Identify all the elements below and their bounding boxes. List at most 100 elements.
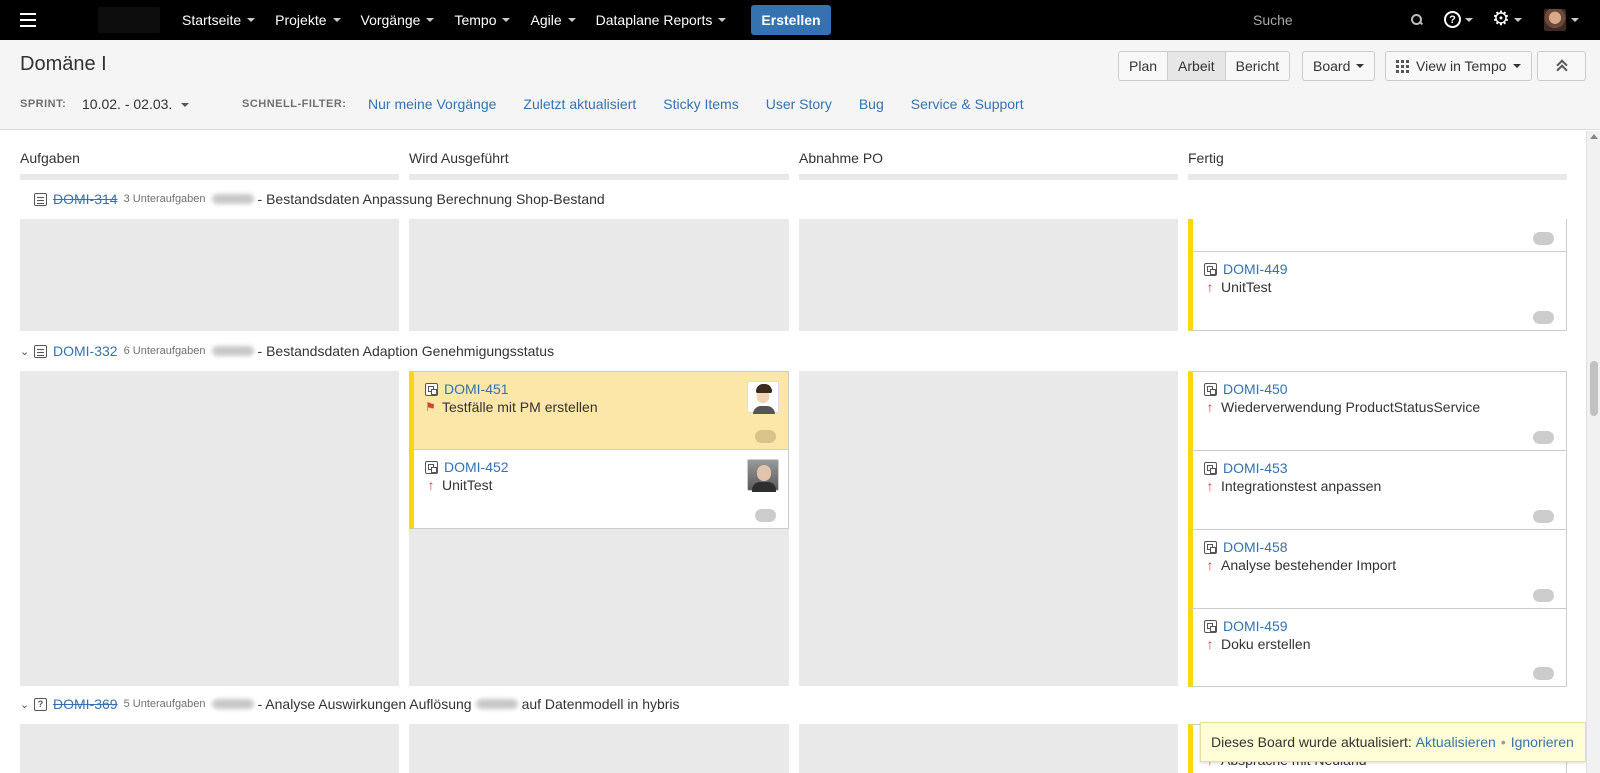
quickfilter-sticky-items[interactable]: Sticky Items [663,96,738,112]
chevron-down-icon [426,18,435,22]
redacted-text [475,699,518,709]
estimate-badge [1533,431,1554,444]
issue-card[interactable]: DOMI-449 ↑ UnitTest [1188,251,1567,331]
card-issue-key[interactable]: DOMI-453 [1223,460,1288,476]
card-issue-key[interactable]: DOMI-452 [444,459,509,475]
issue-card[interactable]: DOMI-459 ↑ Doku erstellen [1188,608,1567,687]
mode-switcher: Plan Arbeit Bericht [1118,51,1291,81]
board-cell [799,724,1178,773]
card-issue-key[interactable]: DOMI-451 [444,381,509,397]
column-header-abnahme-po: Abnahme PO [799,150,884,166]
swimlane-issue-key[interactable]: DOMI-369 [53,696,118,712]
collapse-header-button[interactable] [1537,51,1586,81]
card-summary-row: ↑ UnitTest [425,477,493,493]
user-avatar[interactable] [1544,9,1566,31]
card-summary: UnitTest [1221,279,1272,295]
card-key-row: DOMI-450 [1204,381,1294,397]
logo[interactable] [98,7,160,33]
board-cell [799,371,1178,686]
mode-work-button[interactable]: Arbeit [1168,52,1226,80]
nav-item-tempo[interactable]: Tempo [454,12,511,28]
scroll-up-icon[interactable] [1590,134,1598,139]
subtask-icon [425,460,438,474]
chevron-down-icon[interactable] [1465,18,1473,22]
nav-item-projekte[interactable]: Projekte [275,12,341,28]
swimlane-issue-key[interactable]: DOMI-314 [53,191,118,207]
estimate-badge [1533,589,1554,602]
chevron-down-icon[interactable]: ⌄ [20,698,32,711]
create-button[interactable]: Erstellen [751,5,831,35]
quickfilter-user-story[interactable]: User Story [766,96,832,112]
chevron-down-icon[interactable]: ⌄ [20,345,32,358]
quickfilter-bug[interactable]: Bug [859,96,884,112]
quickfilter-service-support[interactable]: Service & Support [911,96,1024,112]
help-icon[interactable]: ? [1444,11,1461,28]
mode-report-button[interactable]: Bericht [1225,52,1290,80]
story-icon [34,344,47,358]
issue-card[interactable]: DOMI-452 ↑ UnitTest [409,449,789,529]
chevron-down-icon[interactable] [181,103,189,107]
card-key-row: DOMI-451 [425,381,515,397]
sprint-selector[interactable]: 10.02. - 02.03. [82,96,172,112]
ignore-link[interactable]: Ignorieren [1511,734,1574,750]
column-divider [20,174,399,180]
assignee-avatar [747,459,779,492]
vertical-scrollbar[interactable] [1586,131,1600,773]
search-icon[interactable] [1411,14,1423,26]
nav-item-vorgaenge[interactable]: Vorgänge [361,12,435,28]
card-summary-row: ↑ Doku erstellen [1204,636,1311,652]
refresh-link[interactable]: Aktualisieren [1416,734,1496,750]
card-summary: Testfälle mit PM erstellen [442,399,598,415]
redacted-text [211,346,254,356]
quickfilter-my-issues[interactable]: Nur meine Vorgänge [368,96,496,112]
mode-plan-button[interactable]: Plan [1119,52,1169,80]
nav-menu: Startseite Projekte Vorgänge Tempo Agile… [182,0,746,40]
card-issue-key[interactable]: DOMI-450 [1223,381,1288,397]
issue-card[interactable]: DOMI-453 ↑ Integrationstest anpassen [1188,450,1567,530]
issue-card[interactable]: DOMI-450 ↑ Wiederverwendung ProductStatu… [1188,371,1567,451]
quickfilter-recently-updated[interactable]: Zuletzt aktualisiert [523,96,636,112]
issue-card-partial[interactable] [1188,219,1567,252]
view-in-tempo-button[interactable]: View in Tempo [1385,51,1532,81]
card-issue-key[interactable]: DOMI-459 [1223,618,1288,634]
card-key-row: DOMI-453 [1204,460,1294,476]
swimlane-header[interactable]: DOMI-314 3 Unterauf­gaben - Bestandsdate… [20,187,605,211]
menu-icon[interactable] [20,13,36,27]
subtask-count: 3 Unterauf­gaben [123,193,206,205]
chevron-down-icon[interactable] [1514,18,1522,22]
swimlane-header[interactable]: ⌄ ? DOMI-369 5 Unteraufgaben - Analyse A… [20,692,680,716]
nav-item-startseite[interactable]: Startseite [182,12,256,28]
card-summary: Doku erstellen [1221,636,1311,652]
subtask-icon [1204,461,1217,475]
swimlane-summary: - Bestandsdaten Adaption Genehmigungssta… [257,343,555,359]
card-issue-key[interactable]: DOMI-458 [1223,539,1288,555]
search-placeholder: Suche [1253,12,1293,28]
card-issue-key[interactable]: DOMI-449 [1223,261,1288,277]
card-summary: Integrationstest anpassen [1221,478,1382,494]
separator: • [1500,734,1506,750]
chevron-down-icon [332,18,341,22]
scrollbar-thumb[interactable] [1590,361,1598,416]
gear-icon[interactable]: ⚙ [1492,9,1510,29]
search-input[interactable]: Suche [1253,7,1423,33]
subtask-icon [1204,540,1217,554]
issue-card[interactable]: DOMI-458 ↑ Analyse bestehender Import [1188,529,1567,609]
subtask-icon [425,382,438,396]
column-divider [409,174,789,180]
swimlane-issue-key[interactable]: DOMI-332 [53,343,118,359]
chevron-down-icon [718,18,727,22]
board-menu-button[interactable]: Board [1302,51,1376,81]
nav-item-agile[interactable]: Agile [530,12,576,28]
nav-item-dataplane-reports[interactable]: Dataplane Reports [596,12,727,28]
redacted-text [211,699,254,709]
issue-card[interactable]: DOMI-451 ⚑ Testfälle mit PM erstellen [409,371,789,450]
card-summary-row: ↑ Analyse bestehender Import [1204,557,1397,573]
card-key-row: DOMI-458 [1204,539,1294,555]
chevron-down-icon[interactable] [1571,18,1579,22]
card-key-row: DOMI-449 [1204,261,1294,277]
priority-major-icon: ↑ [1206,636,1214,652]
subtask-icon [1204,619,1217,633]
notification-text: Dieses Board wurde aktualisiert: [1211,734,1412,750]
estimate-badge [755,509,776,522]
swimlane-header[interactable]: ⌄ DOMI-332 6 Unteraufgaben - Bestandsdat… [20,339,554,363]
